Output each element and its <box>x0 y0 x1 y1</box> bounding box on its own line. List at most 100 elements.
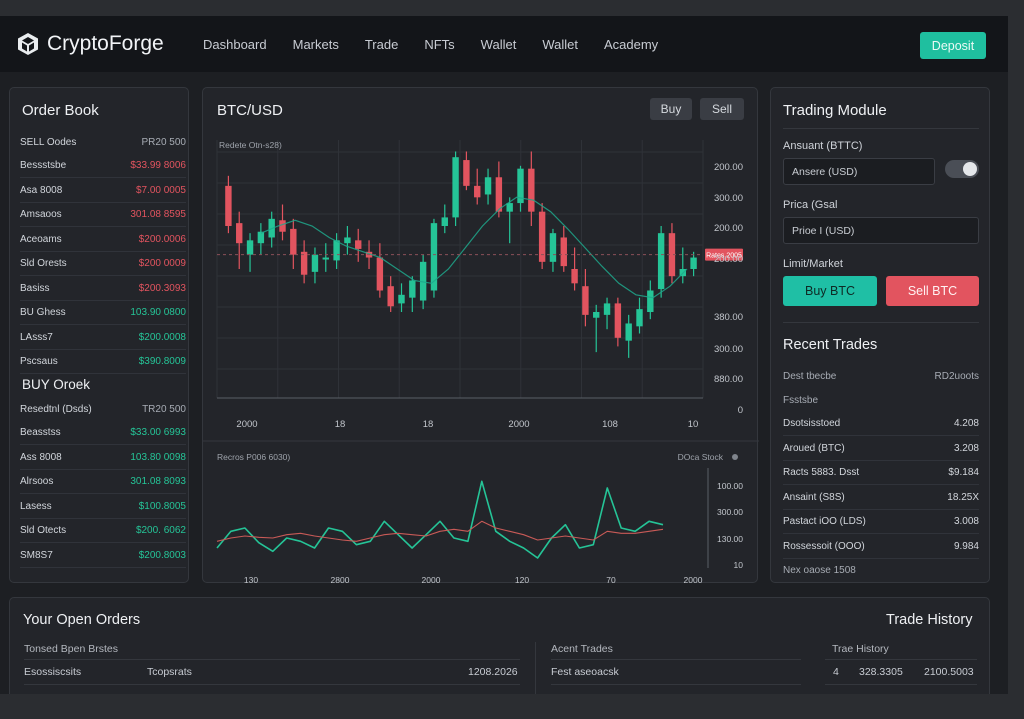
trade-value: 9.984 <box>953 540 979 552</box>
nav-academy[interactable]: Academy <box>604 37 658 52</box>
divider <box>825 659 977 660</box>
trade-row[interactable]: Ansaint (S8S) 18.25X <box>783 486 979 510</box>
trade-name: Rossessoit (OOO) <box>783 540 865 552</box>
price-input[interactable]: Prioe I (USD) <box>783 217 979 244</box>
divider <box>783 128 979 129</box>
candle-body <box>625 323 632 341</box>
candle-body <box>549 233 557 262</box>
order-name: SELL Oodes <box>20 136 77 148</box>
order-row[interactable]: Basiss $200.3093 <box>20 277 186 301</box>
price-label: Prica (Gsal <box>783 199 838 211</box>
trade-history-caption: Trae History <box>832 643 889 655</box>
trade-value: 18.25X <box>947 491 979 503</box>
trade-name: Pastact iOO (LDS) <box>783 516 866 527</box>
trade-row[interactable]: Rossessoit (OOO) 9.984 <box>783 535 979 559</box>
trade-row[interactable]: Aroued (BTC) 3.208 <box>783 437 979 461</box>
x-axis-label: 18 <box>423 419 434 430</box>
order-row[interactable]: Sld Orests $200 0009 <box>20 252 186 276</box>
nav-wallet-2[interactable]: Wallet <box>542 37 578 52</box>
candle-body <box>636 309 643 327</box>
order-row[interactable]: Lasess $100.8005 <box>20 495 186 519</box>
trade-value: RD2uoots <box>934 370 979 382</box>
trade-history-title: Trade History <box>886 612 973 628</box>
trade-name: Ansaint (S8S) <box>783 491 845 503</box>
order-value: $7.00 0005 <box>135 184 186 196</box>
order-row[interactable]: Amsaoos 301.08 8595 <box>20 203 186 227</box>
trade-name: Aroued (BTC) <box>783 442 845 454</box>
candle-body <box>690 257 697 269</box>
buy-orders-title: BUY Oroek <box>22 377 91 392</box>
buy-btc-button[interactable]: Buy BTC <box>783 276 877 306</box>
trade-name: Dest tbecbe <box>783 370 837 382</box>
order-row[interactable]: Aceoams $200.0006 <box>20 228 186 252</box>
price-chart[interactable]: Redete Otn-s28)Rates 2005200.00300.00200… <box>203 88 759 584</box>
nav-markets[interactable]: Markets <box>293 37 339 52</box>
order-row[interactable]: Asa 8008 $7.00 0005 <box>20 179 186 203</box>
recent-trades-header[interactable]: Dest tbecbe RD2uoots <box>783 364 979 388</box>
limit-toggle[interactable] <box>945 160 979 178</box>
toggle-knob <box>963 162 977 176</box>
divider <box>551 684 801 685</box>
buy-header-row[interactable]: Resedtnl (Dsds) TR20 500 <box>20 397 186 421</box>
order-value: $200.0008 <box>138 331 186 343</box>
candle-body <box>452 157 459 218</box>
candle-body <box>236 223 243 244</box>
order-row[interactable]: Alrsoos 301.08 8093 <box>20 470 186 494</box>
order-value: $33.00 6993 <box>130 427 186 438</box>
order-mode-label: Limit/Market <box>783 258 843 270</box>
recent-trades-subheader[interactable]: Fsstsbe <box>783 388 979 412</box>
nav-dashboard[interactable]: Dashboard <box>203 37 267 52</box>
order-value: $200.8003 <box>138 549 186 561</box>
oscillator-y-label: 300.00 <box>717 507 743 517</box>
order-row[interactable]: Ass 8008 103.80 0098 <box>20 446 186 470</box>
order-row[interactable]: BU Ghess 103.90 0800 <box>20 301 186 325</box>
sell-btc-button[interactable]: Sell BTC <box>886 276 979 306</box>
y-axis-label: 200.00 <box>714 162 743 173</box>
order-value: $200.0006 <box>138 233 186 245</box>
trade-name: Dsotsisstoed <box>783 418 841 429</box>
sell-header-row[interactable]: SELL Oodes PR20 500 <box>20 130 186 154</box>
order-name: SM8S7 <box>20 549 53 561</box>
trade-row[interactable]: Pastact iOO (LDS) 3.008 <box>783 510 979 534</box>
y-axis-label: 300.00 <box>714 193 743 204</box>
x-axis-label: 108 <box>602 419 618 430</box>
recent-trades-footer[interactable]: Nex oaose 1508 <box>783 558 979 582</box>
trade-row[interactable]: Dsotsisstoed 4.208 <box>783 412 979 436</box>
candle-body <box>333 240 340 261</box>
candle-body <box>246 240 254 255</box>
order-row[interactable]: Bessstsbe $33.99 8006 <box>20 154 186 178</box>
nav-nfts[interactable]: NFTs <box>424 37 454 52</box>
trade-name: Fsstsbe <box>783 394 819 406</box>
logo[interactable]: CryptoForge <box>16 32 186 56</box>
x-axis-label: 2000 <box>236 419 257 430</box>
order-row[interactable]: Pscsaus $390.8009 <box>20 350 186 374</box>
amount-input[interactable]: Ansere (USD) <box>783 158 935 185</box>
oscillator-y-label: 130.00 <box>717 534 743 544</box>
order-row[interactable]: SM8S7 $200.8003 <box>20 544 186 568</box>
top-navbar: CryptoForge Dashboard Markets Trade NFTs… <box>0 16 1008 72</box>
order-row[interactable]: LAsss7 $200.0008 <box>20 326 186 350</box>
divider <box>551 659 801 660</box>
trade-row[interactable]: Racts 5883. Dsst $9.184 <box>783 461 979 485</box>
y-axis-label: 0 <box>738 405 743 416</box>
candle-body <box>387 286 394 307</box>
nav-wallet[interactable]: Wallet <box>481 37 517 52</box>
oscillator-y-label: 10 <box>734 560 744 570</box>
order-name: LAsss7 <box>20 331 53 343</box>
nav-trade[interactable]: Trade <box>365 37 398 52</box>
history-total: 2100.5003 <box>924 666 974 678</box>
oscillator-y-label: 100.00 <box>717 481 743 491</box>
order-name: Resedtnl (Dsds) <box>20 403 92 415</box>
order-row[interactable]: Sld Otects $200. 6062 <box>20 519 186 543</box>
oscillator-caption: Recros P006 6030) <box>217 452 290 462</box>
recent-trades-caption: Acent Trades <box>551 643 613 655</box>
order-name: Sld Otects <box>20 525 67 536</box>
candle-body <box>560 237 567 267</box>
candle-body <box>582 286 589 315</box>
order-row[interactable]: Beasstss $33.00 6993 <box>20 421 186 445</box>
candle-body <box>311 254 319 272</box>
y-axis-label: 380.00 <box>714 312 743 323</box>
y-axis-label: 300.00 <box>714 344 743 355</box>
order-name: Esossiscsits <box>24 666 82 678</box>
deposit-button[interactable]: Deposit <box>920 32 986 59</box>
